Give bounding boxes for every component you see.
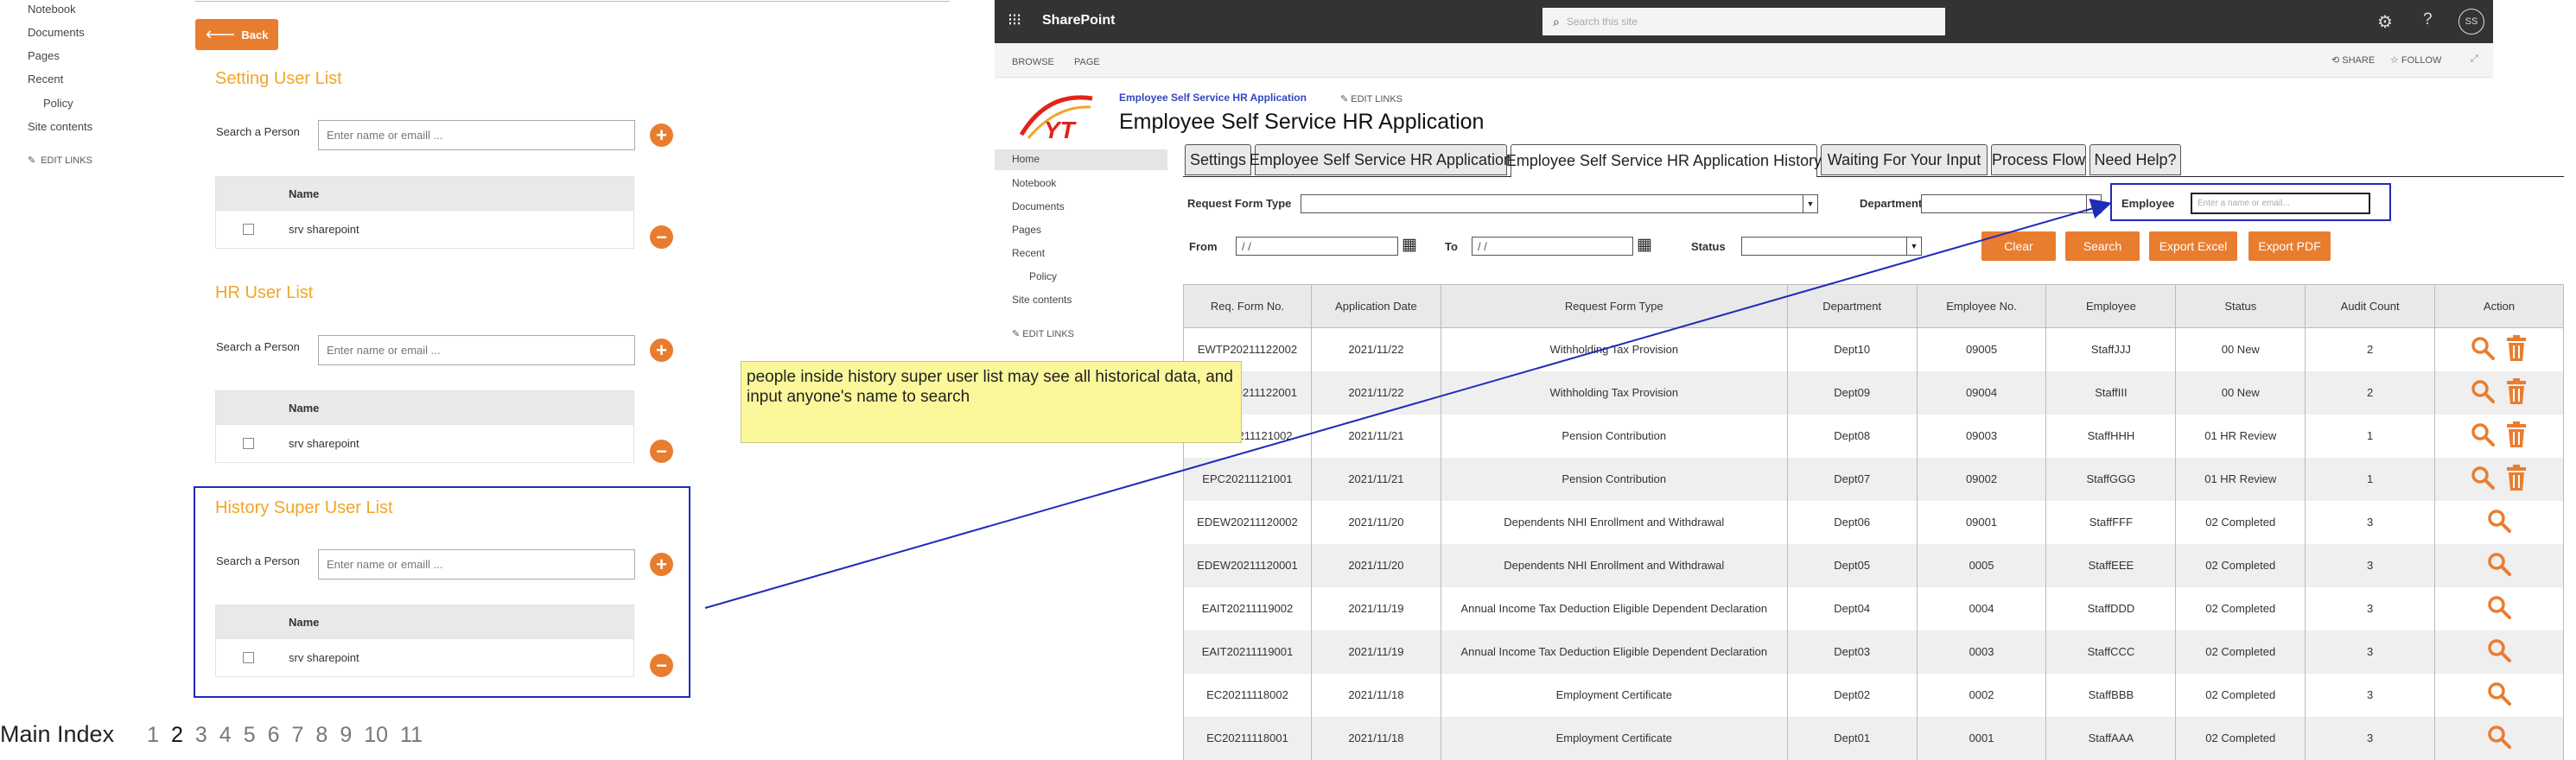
annotation-arrow-line [704,199,2112,609]
annotation-arrows [704,199,2112,609]
